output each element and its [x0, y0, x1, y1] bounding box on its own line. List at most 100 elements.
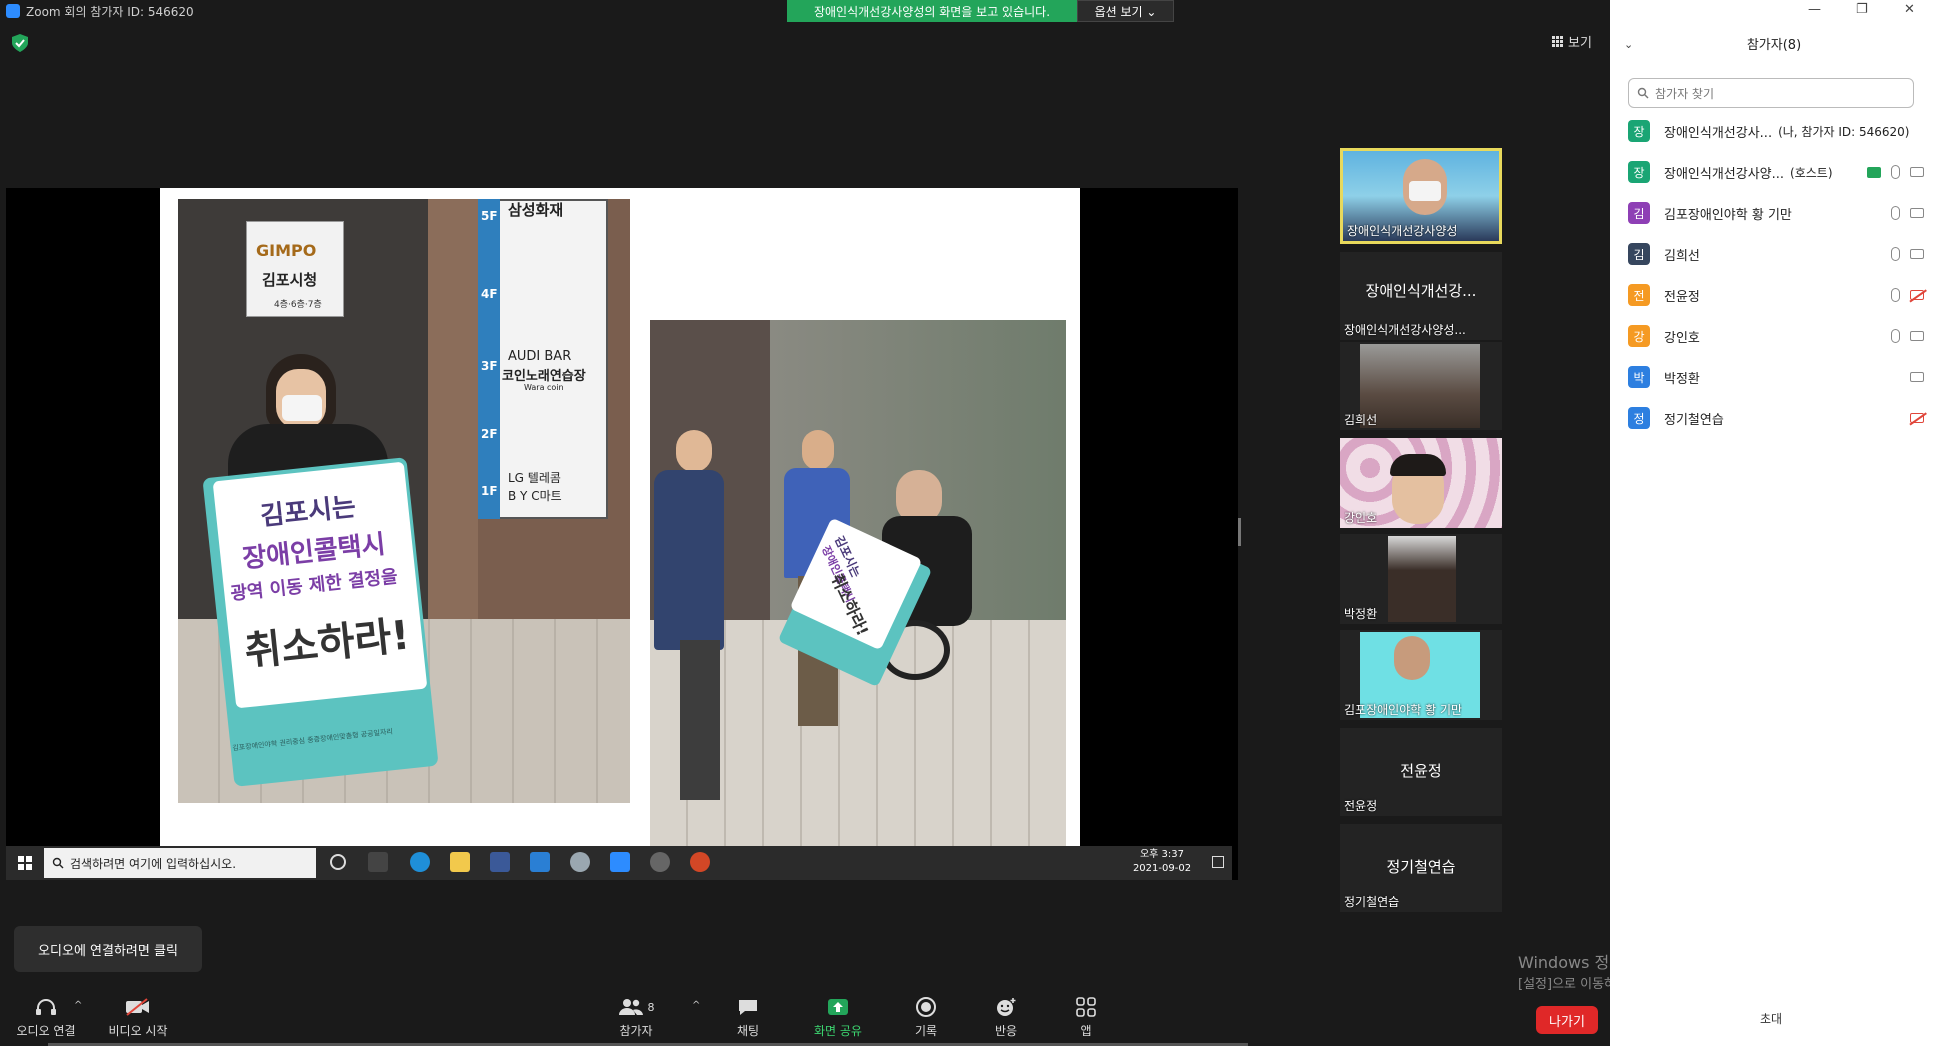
minimize-icon[interactable]: —: [1808, 2, 1821, 17]
audio-label: 오디오 연결: [16, 1024, 76, 1038]
name-thumbnail[interactable]: 장애인식개선강... 장애인식개선강사양성...: [1340, 252, 1502, 340]
video-thumbnail[interactable]: 장애인식개선강사양성: [1340, 148, 1502, 244]
microphone-icon: [1891, 206, 1900, 220]
participant-avatar: 전: [1628, 284, 1650, 306]
chat-button[interactable]: 채팅: [708, 996, 788, 1039]
windows-start-icon[interactable]: [18, 856, 32, 870]
restore-icon[interactable]: ❐: [1856, 2, 1868, 17]
participants-button[interactable]: 8 참가자: [596, 996, 676, 1039]
photo-protest-city-hall: 5F 4F 3F 2F 1F 삼성화재 AUDI BAR 코인노래연습장 War…: [178, 199, 630, 803]
task-view-icon[interactable]: [368, 852, 388, 872]
record-button[interactable]: 기록: [886, 996, 966, 1039]
participant-name: 정기철연습: [1664, 412, 1724, 428]
thumbnail-name: 장애인식개선강사양성: [1347, 224, 1458, 238]
settings-icon[interactable]: [650, 852, 670, 872]
close-icon[interactable]: ✕: [1904, 2, 1915, 17]
apps-icon: [1046, 996, 1126, 1018]
photo-protest-street: 김포시는 장애인콜택시 취소하라!: [650, 320, 1066, 848]
browser-icon[interactable]: [570, 852, 590, 872]
name-thumbnail[interactable]: 정기철연습 정기철연습: [1340, 824, 1502, 912]
zoom-logo-icon: [6, 4, 20, 18]
participant-status-icons: [1891, 288, 1924, 302]
camera-icon: [1910, 331, 1924, 341]
clock-time: 오후 3:37: [1139, 849, 1185, 860]
participant-face: [1394, 636, 1430, 680]
floor-2f-label: 2F: [481, 427, 498, 441]
cortana-icon[interactable]: [330, 854, 346, 870]
record-icon: [886, 996, 966, 1018]
camera-icon: [1910, 167, 1924, 177]
participants-caret-icon[interactable]: ^: [692, 1000, 700, 1011]
file-explorer-icon[interactable]: [450, 852, 470, 872]
participants-icon: 8: [596, 996, 676, 1018]
apps-button[interactable]: 앱: [1046, 996, 1126, 1039]
participant-status-icons: [1910, 413, 1924, 423]
start-video-button[interactable]: 비디오 시작: [98, 996, 178, 1039]
participant-role-tag: (호스트): [1790, 165, 1833, 180]
notification-icon[interactable]: [1212, 856, 1224, 868]
chat-label: 채팅: [736, 1024, 760, 1038]
window-title: Zoom 회의 참가자 ID: 546620: [26, 4, 194, 19]
floor-1f-label: 1F: [481, 484, 498, 498]
view-options-button[interactable]: 옵션 보기 ⌄: [1077, 0, 1174, 22]
record-label: 기록: [914, 1024, 938, 1038]
participant-row[interactable]: 장 장애인식개선강사... (나, 참가자 ID: 546620): [1628, 116, 1924, 146]
mail-icon[interactable]: [530, 852, 550, 872]
participants-count: 8: [647, 1000, 655, 1014]
taskbar-search-placeholder: 검색하려면 여기에 입력하십시오.: [70, 856, 237, 871]
participant-row[interactable]: 강 강인호: [1628, 321, 1924, 351]
participant-status-icons: [1891, 247, 1924, 261]
clock-date: 2021-09-02: [1132, 863, 1192, 874]
video-thumbnail[interactable]: 강인호: [1340, 438, 1502, 528]
floors-note: 4층·6층·7층: [274, 300, 322, 310]
video-thumbnail[interactable]: 김희선: [1340, 342, 1502, 430]
microphone-icon: [1891, 288, 1900, 302]
participant-row[interactable]: 박 박정환: [1628, 362, 1924, 392]
powerpoint-icon[interactable]: [690, 852, 710, 872]
leave-button[interactable]: 나가기: [1536, 1006, 1598, 1034]
thumbnail-name: 박정환: [1344, 607, 1378, 621]
store-1f-sub-sign: B Y C마트: [508, 489, 562, 503]
participant-status-icons: [1867, 165, 1924, 179]
thumbnail-name: 강인호: [1344, 511, 1378, 525]
edge-icon[interactable]: [410, 852, 430, 872]
share-banner: 장애인식개선강사양성의 화면을 보고 있습니다.: [787, 0, 1077, 22]
camera-off-icon: [1910, 290, 1924, 300]
reactions-button[interactable]: 반응: [966, 996, 1046, 1039]
floor-5f-label: 5F: [481, 209, 498, 223]
participant-avatar: 장: [1628, 161, 1650, 183]
video-thumbnail[interactable]: 김포장애인야학 황 기만: [1340, 630, 1502, 720]
audio-options-caret-icon[interactable]: ^: [74, 1000, 82, 1011]
invite-button[interactable]: 초대: [1760, 1010, 1782, 1027]
thumbnail-display-name: 정기철연습: [1386, 858, 1456, 876]
resize-handle[interactable]: [1238, 518, 1241, 546]
camera-icon: [1910, 249, 1924, 259]
view-button[interactable]: 보기: [1552, 32, 1592, 51]
zoom-app-icon[interactable]: [610, 852, 630, 872]
video-thumbnail[interactable]: 박정환: [1340, 534, 1502, 624]
participant-row[interactable]: 김 김희선: [1628, 239, 1924, 269]
reactions-icon: [966, 996, 1046, 1018]
store-icon[interactable]: [490, 852, 510, 872]
name-thumbnail[interactable]: 전윤정 전윤정: [1340, 728, 1502, 816]
thumbnail-name: 전윤정: [1344, 799, 1378, 813]
video-feed: [1388, 536, 1456, 622]
reactions-label: 반응: [994, 1024, 1018, 1038]
participant-row[interactable]: 전 전윤정: [1628, 280, 1924, 310]
microphone-icon: [1891, 329, 1900, 343]
search-icon: [52, 857, 64, 869]
store-3f-tag: Wara coin: [524, 383, 564, 392]
share-screen-button[interactable]: 화면 공유: [798, 996, 878, 1039]
store-top-sign: 삼성화재: [508, 201, 564, 219]
participant-row[interactable]: 정 정기철연습: [1628, 403, 1924, 433]
thumbnail-name: 김포장애인야학 황 기만: [1344, 703, 1463, 717]
taskbar-search[interactable]: 검색하려면 여기에 입력하십시오.: [44, 848, 316, 878]
floor-3f-label: 3F: [481, 359, 498, 373]
security-shield-icon[interactable]: [12, 34, 28, 52]
chat-icon: [708, 996, 788, 1018]
participant-avatar: 장: [1628, 120, 1650, 142]
participant-row[interactable]: 김 김포장애인야학 황 기만: [1628, 198, 1924, 228]
participant-avatar: 정: [1628, 407, 1650, 429]
participant-row[interactable]: 장 장애인식개선강사양... (호스트): [1628, 157, 1924, 187]
participant-search-input[interactable]: 참가자 찾기: [1628, 78, 1914, 108]
